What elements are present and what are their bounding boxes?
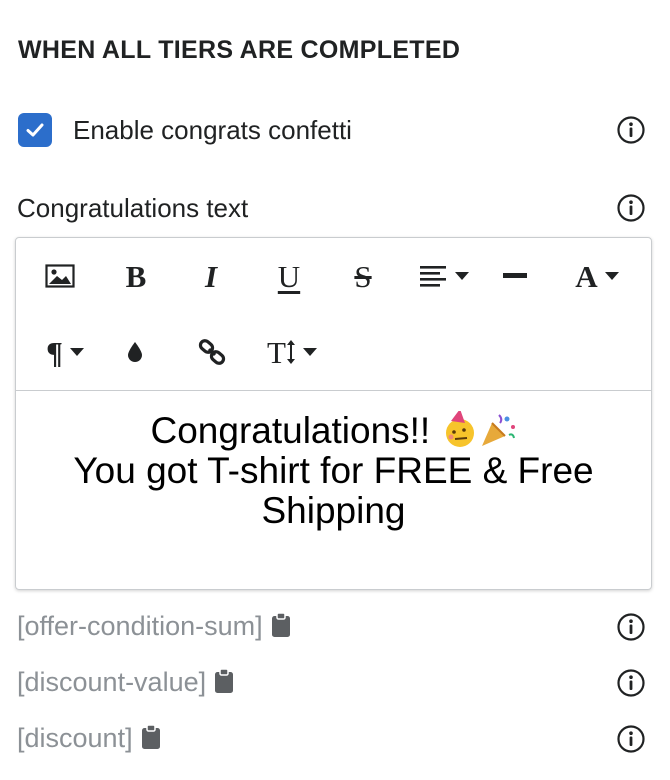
congrats-line-2: You got T-shirt for FREE & Free — [73, 450, 594, 491]
checkmark-icon — [26, 123, 44, 137]
enable-confetti-label[interactable]: Enable congrats confetti — [73, 115, 352, 146]
enable-confetti-checkbox[interactable] — [18, 113, 52, 147]
horizontal-rule-icon — [503, 273, 527, 278]
drop-icon — [128, 342, 142, 362]
font-color-dropdown[interactable]: A — [568, 254, 626, 298]
strikethrough-icon: S — [354, 258, 372, 294]
text-size-icon: T — [267, 334, 286, 370]
chevron-down-icon — [69, 348, 84, 356]
vertical-arrows-icon — [286, 340, 295, 364]
bold-button[interactable]: B — [118, 254, 154, 298]
paragraph-dropdown[interactable]: ¶ — [38, 330, 92, 374]
underline-icon: U — [277, 258, 301, 294]
variable-discount[interactable]: [discount] — [17, 723, 161, 754]
italic-icon: I — [204, 258, 218, 294]
info-icon[interactable] — [616, 668, 646, 698]
chevron-down-icon — [454, 272, 469, 280]
highlight-color-button[interactable] — [123, 330, 147, 374]
font-color-icon: A — [575, 258, 598, 294]
variable-label: [offer-condition-sum] — [17, 611, 263, 641]
paragraph-icon: ¶ — [46, 334, 63, 370]
variable-label: [discount-value] — [17, 667, 207, 697]
align-dropdown[interactable] — [414, 254, 474, 298]
clipboard-icon[interactable] — [214, 668, 234, 694]
clipboard-icon[interactable] — [271, 612, 291, 638]
chevron-down-icon — [302, 348, 317, 356]
info-icon[interactable] — [616, 115, 646, 145]
partying-face-emoji-icon — [445, 411, 474, 447]
info-icon[interactable] — [616, 724, 646, 754]
link-icon — [198, 339, 226, 365]
text-size-dropdown[interactable]: T — [263, 330, 321, 374]
horizontal-rule-button[interactable] — [500, 254, 530, 298]
align-left-icon — [419, 266, 446, 287]
clipboard-icon[interactable] — [141, 724, 161, 750]
congrats-text-label: Congratulations text — [17, 193, 249, 223]
info-icon[interactable] — [616, 612, 646, 642]
chevron-down-icon — [604, 272, 619, 280]
italic-button[interactable]: I — [196, 254, 226, 298]
variable-offer-condition-sum[interactable]: [offer-condition-sum] — [17, 611, 291, 642]
congrats-line-1: Congratulations!! — [150, 410, 431, 451]
editor-content-area[interactable]: Congratulations!! You got T-shirt for FR… — [16, 393, 651, 589]
insert-image-button[interactable] — [43, 254, 77, 298]
section-title: WHEN ALL TIERS ARE COMPLETED — [18, 36, 461, 64]
congrats-line-3: Shipping — [261, 490, 406, 531]
bold-icon: B — [125, 258, 147, 294]
insert-link-button[interactable] — [196, 330, 228, 374]
strikethrough-button[interactable]: S — [346, 254, 380, 298]
party-popper-emoji-icon — [481, 414, 515, 446]
congrats-text-editor: B I U S A ¶ T Congratulations!! You got … — [15, 237, 652, 590]
variable-label: [discount] — [17, 723, 133, 753]
editor-toolbar: B I U S A ¶ T — [16, 238, 651, 391]
image-icon — [45, 264, 75, 288]
variable-discount-value[interactable]: [discount-value] — [17, 667, 234, 698]
info-icon[interactable] — [616, 193, 646, 223]
underline-button[interactable]: U — [271, 254, 307, 298]
